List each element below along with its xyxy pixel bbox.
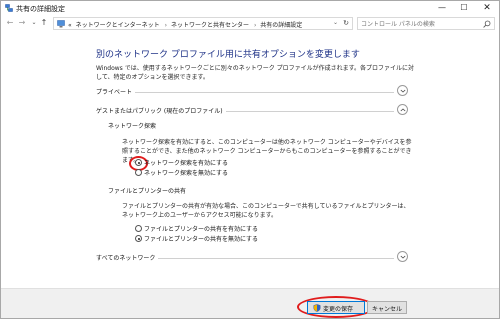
radio-label[interactable]: ファイルとプリンターの共有を有効にする [144, 224, 258, 233]
main-content: 別のネットワーク プロファイル用に共有オプションを変更します Windows で… [1, 32, 499, 288]
forward-button[interactable]: → [16, 17, 28, 29]
section-guest-public[interactable]: ゲストまたはパブリック (現在のプロファイル) [96, 104, 408, 116]
up-button[interactable]: ↑ [38, 17, 50, 29]
cancel-label: キャンセル [371, 306, 402, 313]
page-description: Windows では、使用するネットワークごとに別々のネットワーク プロファイル… [96, 65, 414, 81]
radio-button-selected[interactable] [135, 159, 142, 166]
radio-label[interactable]: ネットワーク探索を有効にする [144, 158, 228, 167]
uac-shield-icon [313, 304, 321, 312]
section-all-networks-label: すべてのネットワーク [96, 253, 159, 262]
breadcrumb-advanced-sharing[interactable]: 共有の詳細設定 [260, 22, 302, 29]
chevron-down-icon [400, 89, 406, 93]
radio-button[interactable] [135, 225, 142, 232]
expand-all-networks-button[interactable] [397, 251, 408, 262]
file-printer-sharing-title: ファイルとプリンターの共有 [108, 188, 187, 195]
title-bar: 共有の詳細設定 — ☐ ✕ [1, 1, 499, 15]
cancel-button[interactable]: キャンセル [367, 301, 407, 314]
breadcrumb: « ネットワークとインターネット › ネットワークと共有センター › 共有の詳細設定 [68, 20, 304, 29]
control-panel-icon [57, 20, 65, 28]
radio-label[interactable]: ファイルとプリンターの共有を無効にする [144, 234, 258, 243]
section-guest-public-label: ゲストまたはパブリック (現在のプロファイル) [96, 106, 226, 115]
section-private-label: プライベート [96, 87, 136, 96]
window-title: 共有の詳細設定 [16, 5, 65, 13]
close-button[interactable]: ✕ [476, 1, 498, 15]
save-changes-label: 変更の保存 [323, 306, 354, 313]
refresh-button[interactable]: ↻ [343, 19, 349, 27]
back-button[interactable]: ← [4, 17, 16, 29]
search-box[interactable] [357, 17, 495, 30]
expand-private-button[interactable] [397, 85, 408, 96]
breadcrumb-separator: › [164, 22, 168, 29]
section-all-networks[interactable]: すべてのネットワーク [96, 251, 408, 263]
search-input[interactable] [361, 19, 479, 29]
radio-label[interactable]: ネットワーク探索を無効にする [144, 168, 228, 177]
section-private[interactable]: プライベート [96, 85, 408, 97]
file-printer-sharing-description: ファイルとプリンターの共有が有効な場合、このコンピューターで共有しているファイル… [122, 203, 410, 219]
network-sharing-icon [5, 4, 13, 12]
network-discovery-title: ネットワーク探索 [108, 123, 157, 130]
maximize-button[interactable]: ☐ [453, 1, 475, 15]
footer-bar: 変更の保存 キャンセル [1, 288, 499, 318]
breadcrumb-overflow[interactable]: « [68, 22, 72, 29]
breadcrumb-network-internet[interactable]: ネットワークとインターネット [76, 22, 160, 29]
collapse-guest-public-button[interactable] [397, 104, 408, 115]
sharing-settings-window: 共有の詳細設定 — ☐ ✕ ← → ⌄ ↑ « ネットワークとインターネット › … [0, 0, 500, 319]
radio-button[interactable] [135, 169, 142, 176]
address-dropdown-button[interactable]: ⌄ [333, 19, 338, 26]
page-title: 別のネットワーク プロファイル用に共有オプションを変更します [96, 50, 360, 60]
navigation-bar: ← → ⌄ ↑ « ネットワークとインターネット › ネットワークと共有センター ›… [1, 15, 499, 32]
breadcrumb-separator: › [253, 22, 257, 29]
chevron-down-icon [400, 255, 406, 259]
divider [96, 92, 394, 93]
save-changes-button[interactable]: 変更の保存 [307, 301, 365, 314]
chevron-up-icon [400, 108, 406, 112]
breadcrumb-network-sharing-center[interactable]: ネットワークと共有センター [171, 22, 249, 29]
search-icon [483, 20, 491, 28]
minimize-button[interactable]: — [431, 1, 453, 15]
address-bar[interactable]: « ネットワークとインターネット › ネットワークと共有センター › 共有の詳細設定… [53, 17, 353, 30]
radio-button-selected[interactable] [135, 235, 142, 242]
